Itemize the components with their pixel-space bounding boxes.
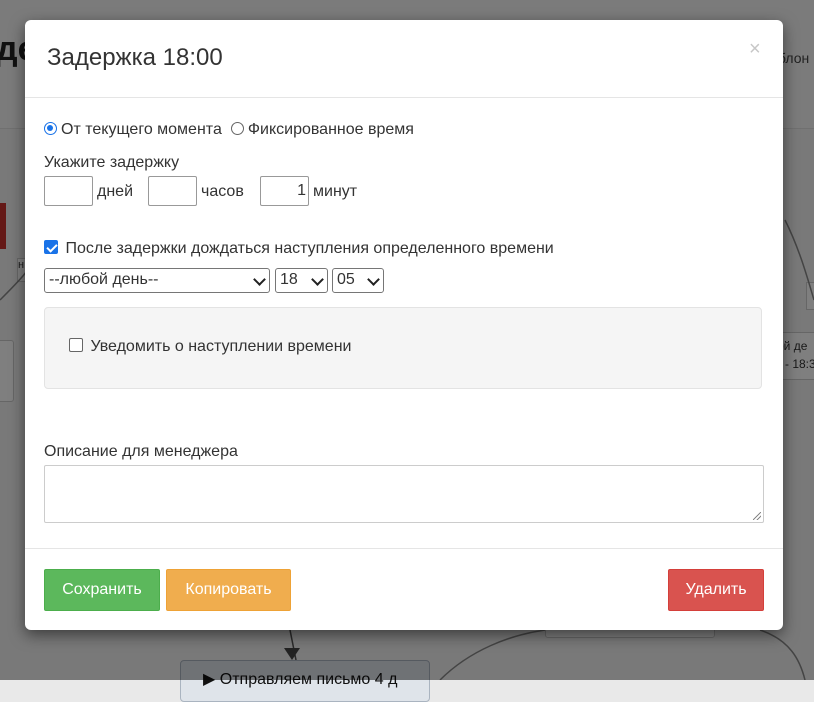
save-button[interactable]: Сохранить xyxy=(44,569,160,611)
notify-row: Уведомить о наступлении времени xyxy=(69,338,351,356)
days-unit: дней xyxy=(97,183,134,200)
hours-unit: часов xyxy=(201,183,244,200)
description-label: Описание для менеджера xyxy=(44,443,238,460)
modal-footer: Сохранить Копировать Удалить xyxy=(25,548,783,631)
minutes-unit: минут xyxy=(313,183,358,200)
radio-fixed-time[interactable] xyxy=(230,122,244,135)
chevron-down-icon xyxy=(367,273,380,286)
hour-select-value: 18 xyxy=(280,271,298,288)
delay-modal: Задержка 18:00 × От текущего момента Фикс… xyxy=(25,20,783,630)
notify-panel: Уведомить о наступлении времени xyxy=(44,307,762,389)
notify-checkbox[interactable] xyxy=(69,338,83,352)
hours-input[interactable] xyxy=(148,176,197,206)
modal-title: Задержка 18:00 xyxy=(47,44,223,71)
resize-handle-icon[interactable] xyxy=(753,512,761,520)
radio-from-now[interactable] xyxy=(44,122,57,135)
modal-header: Задержка 18:00 × xyxy=(25,20,783,98)
delay-mode-group: От текущего момента Фиксированное время xyxy=(44,121,423,139)
close-icon[interactable]: × xyxy=(749,38,761,61)
radio-from-now-label[interactable]: От текущего момента xyxy=(61,121,222,138)
day-select[interactable]: --любой день-- xyxy=(44,268,270,293)
copy-button[interactable]: Копировать xyxy=(166,569,291,611)
wait-time-checkbox[interactable] xyxy=(44,240,58,254)
delay-label: Укажите задержку xyxy=(44,154,180,171)
chevron-down-icon xyxy=(311,273,324,286)
wait-time-row: После задержки дождаться наступления опр… xyxy=(44,240,554,258)
hour-select[interactable]: 18 xyxy=(275,268,328,293)
minutes-input[interactable]: 1 xyxy=(260,176,309,206)
chevron-down-icon xyxy=(253,273,266,286)
minute-select[interactable]: 05 xyxy=(332,268,384,293)
wait-time-label[interactable]: После задержки дождаться наступления опр… xyxy=(65,240,553,257)
minute-select-value: 05 xyxy=(337,271,355,288)
days-input[interactable] xyxy=(44,176,93,206)
delete-button[interactable]: Удалить xyxy=(668,569,764,611)
description-textarea[interactable] xyxy=(44,465,764,523)
notify-label[interactable]: Уведомить о наступлении времени xyxy=(90,338,351,355)
day-select-value: --любой день-- xyxy=(49,271,159,288)
radio-fixed-time-label[interactable]: Фиксированное время xyxy=(248,121,414,138)
